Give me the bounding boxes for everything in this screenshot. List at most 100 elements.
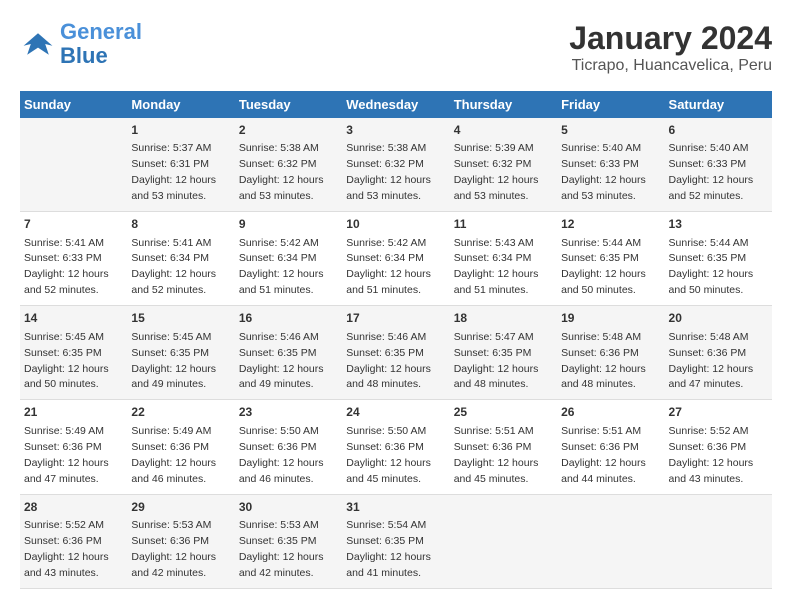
day-detail: Sunrise: 5:52 AM Sunset: 6:36 PM Dayligh…: [669, 425, 754, 485]
day-detail: Sunrise: 5:42 AM Sunset: 6:34 PM Dayligh…: [346, 237, 431, 297]
weekday-header-tuesday: Tuesday: [235, 91, 342, 118]
weekday-header-saturday: Saturday: [665, 91, 772, 118]
day-number: 30: [239, 499, 338, 516]
day-number: 20: [669, 310, 768, 327]
day-detail: Sunrise: 5:41 AM Sunset: 6:34 PM Dayligh…: [131, 237, 216, 297]
day-cell: 31 Sunrise: 5:54 AM Sunset: 6:35 PM Dayli…: [342, 494, 449, 588]
day-cell: 30 Sunrise: 5:53 AM Sunset: 6:35 PM Dayli…: [235, 494, 342, 588]
day-detail: Sunrise: 5:50 AM Sunset: 6:36 PM Dayligh…: [346, 425, 431, 485]
day-cell: [557, 494, 664, 588]
day-detail: Sunrise: 5:53 AM Sunset: 6:35 PM Dayligh…: [239, 519, 324, 579]
week-row-2: 7Sunrise: 5:41 AM Sunset: 6:33 PM Daylig…: [20, 212, 772, 306]
day-cell: 3Sunrise: 5:38 AM Sunset: 6:32 PM Daylig…: [342, 118, 449, 212]
day-number: 14: [24, 310, 123, 327]
weekday-header-row: SundayMondayTuesdayWednesdayThursdayFrid…: [20, 91, 772, 118]
day-cell: 18 Sunrise: 5:47 AM Sunset: 6:35 PM Dayli…: [450, 306, 557, 400]
weekday-header-sunday: Sunday: [20, 91, 127, 118]
day-cell: 25 Sunrise: 5:51 AM Sunset: 6:36 PM Dayli…: [450, 400, 557, 494]
day-detail: Sunrise: 5:44 AM Sunset: 6:35 PM Dayligh…: [561, 237, 646, 297]
day-detail: Sunrise: 5:39 AM Sunset: 6:32 PM Dayligh…: [454, 142, 539, 202]
day-detail: Sunrise: 5:49 AM Sunset: 6:36 PM Dayligh…: [24, 425, 109, 485]
day-detail: Sunrise: 5:43 AM Sunset: 6:34 PM Dayligh…: [454, 237, 539, 297]
day-cell: [665, 494, 772, 588]
day-number: 28: [24, 499, 123, 516]
day-cell: 6 Sunrise: 5:40 AM Sunset: 6:33 PM Daylig…: [665, 118, 772, 212]
day-number: 1: [131, 122, 230, 139]
day-detail: Sunrise: 5:51 AM Sunset: 6:36 PM Dayligh…: [454, 425, 539, 485]
day-cell: 10 Sunrise: 5:42 AM Sunset: 6:34 PM Dayli…: [342, 212, 449, 306]
day-cell: 4Sunrise: 5:39 AM Sunset: 6:32 PM Daylig…: [450, 118, 557, 212]
day-detail: Sunrise: 5:47 AM Sunset: 6:35 PM Dayligh…: [454, 331, 539, 391]
day-detail: Sunrise: 5:48 AM Sunset: 6:36 PM Dayligh…: [561, 331, 646, 391]
day-number: 8: [131, 216, 230, 233]
day-cell: 13Sunrise: 5:44 AM Sunset: 6:35 PM Dayli…: [665, 212, 772, 306]
day-number: 19: [561, 310, 660, 327]
day-detail: Sunrise: 5:48 AM Sunset: 6:36 PM Dayligh…: [669, 331, 754, 391]
day-cell: 17Sunrise: 5:46 AM Sunset: 6:35 PM Dayli…: [342, 306, 449, 400]
logo: General Blue: [20, 20, 142, 68]
day-detail: Sunrise: 5:53 AM Sunset: 6:36 PM Dayligh…: [131, 519, 216, 579]
weekday-header-monday: Monday: [127, 91, 234, 118]
day-number: 21: [24, 404, 123, 421]
day-number: 16: [239, 310, 338, 327]
day-number: 27: [669, 404, 768, 421]
day-cell: 9 Sunrise: 5:42 AM Sunset: 6:34 PM Daylig…: [235, 212, 342, 306]
day-cell: 23 Sunrise: 5:50 AM Sunset: 6:36 PM Dayli…: [235, 400, 342, 494]
day-cell: 16 Sunrise: 5:46 AM Sunset: 6:35 PM Dayli…: [235, 306, 342, 400]
day-detail: Sunrise: 5:49 AM Sunset: 6:36 PM Dayligh…: [131, 425, 216, 485]
day-cell: 27 Sunrise: 5:52 AM Sunset: 6:36 PM Dayli…: [665, 400, 772, 494]
day-number: 7: [24, 216, 123, 233]
weekday-header-friday: Friday: [557, 91, 664, 118]
day-cell: 12Sunrise: 5:44 AM Sunset: 6:35 PM Dayli…: [557, 212, 664, 306]
logo-blue: Blue: [60, 44, 142, 68]
day-detail: Sunrise: 5:51 AM Sunset: 6:36 PM Dayligh…: [561, 425, 646, 485]
day-cell: 15 Sunrise: 5:45 AM Sunset: 6:35 PM Dayli…: [127, 306, 234, 400]
day-detail: Sunrise: 5:45 AM Sunset: 6:35 PM Dayligh…: [131, 331, 216, 391]
day-detail: Sunrise: 5:40 AM Sunset: 6:33 PM Dayligh…: [669, 142, 754, 202]
day-detail: Sunrise: 5:46 AM Sunset: 6:35 PM Dayligh…: [239, 331, 324, 391]
day-number: 26: [561, 404, 660, 421]
weekday-header-thursday: Thursday: [450, 91, 557, 118]
day-cell: [450, 494, 557, 588]
day-number: 18: [454, 310, 553, 327]
day-detail: Sunrise: 5:42 AM Sunset: 6:34 PM Dayligh…: [239, 237, 324, 297]
day-detail: Sunrise: 5:40 AM Sunset: 6:33 PM Dayligh…: [561, 142, 646, 202]
day-cell: 5Sunrise: 5:40 AM Sunset: 6:33 PM Daylig…: [557, 118, 664, 212]
day-number: 6: [669, 122, 768, 139]
day-number: 24: [346, 404, 445, 421]
day-cell: 8 Sunrise: 5:41 AM Sunset: 6:34 PM Daylig…: [127, 212, 234, 306]
day-detail: Sunrise: 5:45 AM Sunset: 6:35 PM Dayligh…: [24, 331, 109, 391]
day-number: 22: [131, 404, 230, 421]
day-number: 2: [239, 122, 338, 139]
day-detail: Sunrise: 5:52 AM Sunset: 6:36 PM Dayligh…: [24, 519, 109, 579]
day-number: 10: [346, 216, 445, 233]
week-row-3: 14 Sunrise: 5:45 AM Sunset: 6:35 PM Dayli…: [20, 306, 772, 400]
day-number: 31: [346, 499, 445, 516]
day-cell: 26 Sunrise: 5:51 AM Sunset: 6:36 PM Dayli…: [557, 400, 664, 494]
day-number: 15: [131, 310, 230, 327]
day-cell: 20 Sunrise: 5:48 AM Sunset: 6:36 PM Dayli…: [665, 306, 772, 400]
logo-general: General: [60, 19, 142, 44]
month-year-title: January 2024: [569, 20, 772, 57]
day-cell: 1 Sunrise: 5:37 AM Sunset: 6:31 PM Daylig…: [127, 118, 234, 212]
day-detail: Sunrise: 5:44 AM Sunset: 6:35 PM Dayligh…: [669, 237, 754, 297]
logo-bird-icon: [20, 26, 56, 62]
day-number: 17: [346, 310, 445, 327]
title-block: January 2024 Ticrapo, Huancavelica, Peru: [569, 20, 772, 75]
day-detail: Sunrise: 5:38 AM Sunset: 6:32 PM Dayligh…: [239, 142, 324, 202]
day-cell: 29 Sunrise: 5:53 AM Sunset: 6:36 PM Dayli…: [127, 494, 234, 588]
day-detail: Sunrise: 5:50 AM Sunset: 6:36 PM Dayligh…: [239, 425, 324, 485]
day-number: 29: [131, 499, 230, 516]
day-cell: 21 Sunrise: 5:49 AM Sunset: 6:36 PM Dayli…: [20, 400, 127, 494]
day-detail: Sunrise: 5:54 AM Sunset: 6:35 PM Dayligh…: [346, 519, 431, 579]
day-number: 23: [239, 404, 338, 421]
day-cell: 24 Sunrise: 5:50 AM Sunset: 6:36 PM Dayli…: [342, 400, 449, 494]
day-cell: 7Sunrise: 5:41 AM Sunset: 6:33 PM Daylig…: [20, 212, 127, 306]
day-detail: Sunrise: 5:37 AM Sunset: 6:31 PM Dayligh…: [131, 142, 216, 202]
location-subtitle: Ticrapo, Huancavelica, Peru: [569, 57, 772, 75]
day-cell: 14 Sunrise: 5:45 AM Sunset: 6:35 PM Dayli…: [20, 306, 127, 400]
day-number: 25: [454, 404, 553, 421]
day-number: 9: [239, 216, 338, 233]
day-cell: 28 Sunrise: 5:52 AM Sunset: 6:36 PM Dayli…: [20, 494, 127, 588]
day-cell: 11Sunrise: 5:43 AM Sunset: 6:34 PM Dayli…: [450, 212, 557, 306]
